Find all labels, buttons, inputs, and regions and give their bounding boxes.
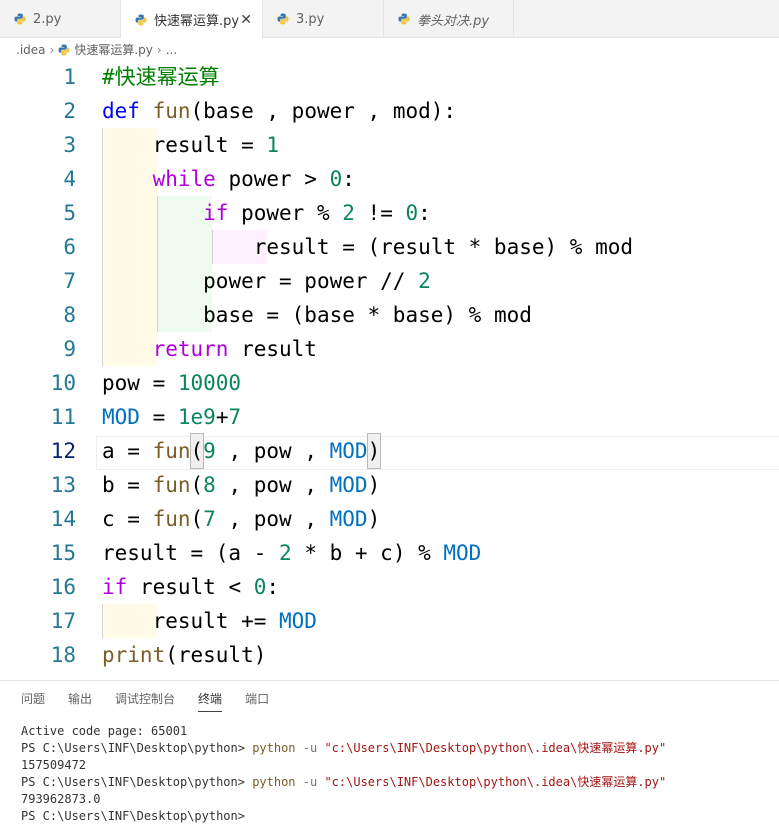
code-line: def fun(base , power , mod): — [102, 99, 457, 123]
chevron-right-icon: › — [156, 42, 162, 57]
tab-label: 3.py — [296, 11, 325, 27]
terminal-command: python — [252, 741, 296, 755]
line-number: 11 — [50, 405, 76, 429]
line-number: 1 — [63, 65, 76, 89]
python-file-icon — [398, 13, 410, 25]
python-file-icon — [277, 13, 289, 25]
breadcrumb-file[interactable]: 快速幂运算.py — [74, 41, 153, 58]
terminal-command: python — [252, 775, 296, 789]
code-line: MOD = 1e9+7 — [102, 405, 242, 429]
line-number: 10 — [50, 371, 76, 395]
code-line: if power % 2 != 0: — [203, 201, 431, 225]
code-line: result = (result * base) % mod — [253, 235, 634, 259]
bottom-panel: 问题 输出 调试控制台 终端 端口 Active code page: 6500… — [0, 680, 779, 827]
tab-ports[interactable]: 端口 — [245, 689, 269, 711]
tab-terminal[interactable]: 终端 — [198, 689, 223, 712]
line-number: 18 — [50, 643, 76, 667]
line-number: 15 — [50, 541, 76, 565]
code-line: result = (a - 2 * b + c) % MOD — [102, 541, 482, 565]
line-number: 4 — [63, 167, 76, 191]
python-file-icon — [58, 44, 70, 56]
line-number: 5 — [63, 201, 76, 225]
close-icon[interactable]: ✕ — [240, 12, 252, 28]
terminal-path: "c:\Users\INF\Desktop\python\.idea\快速幂运算… — [324, 741, 667, 755]
terminal-prompt: PS C:\Users\INF\Desktop\python> — [21, 741, 253, 755]
terminal-prompt: PS C:\Users\INF\Desktop\python> — [21, 775, 253, 789]
code-line: base = (base * base) % mod — [203, 303, 532, 327]
terminal-line: Active code page: 65001 — [21, 724, 188, 738]
tab-active-file[interactable]: 快速幂运算.py ✕ — [121, 0, 263, 39]
line-number: 2 — [63, 99, 76, 123]
code-line: return result — [152, 337, 317, 361]
breadcrumb: .idea › 快速幂运算.py › ... — [0, 39, 779, 60]
terminal-output-line: 157509472 — [21, 758, 87, 772]
code-line: while power > 0: — [152, 167, 355, 191]
line-number: 6 — [63, 235, 76, 259]
tab-problems[interactable]: 问题 — [21, 689, 45, 711]
line-number-current: 12 — [50, 439, 76, 463]
matched-bracket: ( — [189, 433, 205, 469]
code-line: b = fun(8 , pow , MOD) — [102, 473, 381, 497]
line-number: 8 — [63, 303, 76, 327]
code-editor[interactable]: 1 2 3 4 5 6 7 8 9 10 11 12 13 14 15 16 1… — [0, 60, 779, 680]
code-line: if result < 0: — [102, 575, 280, 599]
code-line: power = power // 2 — [203, 269, 431, 293]
tab-3py[interactable]: 3.py — [263, 0, 384, 38]
code-line: pow = 10000 — [102, 371, 242, 395]
matched-bracket: ) — [366, 433, 382, 469]
terminal-prompt: PS C:\Users\INF\Desktop\python> — [21, 809, 245, 823]
terminal-flag: -u — [295, 775, 325, 789]
terminal-output-line: 793962873.0 — [21, 792, 101, 806]
breadcrumb-folder[interactable]: .idea — [16, 43, 46, 57]
code-line: #快速幂运算 — [102, 65, 220, 89]
tab-output[interactable]: 输出 — [68, 689, 92, 711]
python-file-icon — [14, 13, 26, 25]
line-number: 7 — [63, 269, 76, 293]
tab-preview-file[interactable]: 拳头对决.py — [384, 0, 514, 38]
terminal-path: "c:\Users\INF\Desktop\python\.idea\快速幂运算… — [324, 775, 667, 789]
code-line: result += MOD — [152, 609, 317, 633]
terminal-output[interactable]: Active code page: 65001 PS C:\Users\INF\… — [21, 723, 666, 825]
terminal-flag: -u — [295, 741, 325, 755]
code-line: print(result) — [102, 643, 267, 667]
tab-2py[interactable]: 2.py — [0, 0, 121, 38]
line-number: 17 — [50, 609, 76, 633]
editor-tab-bar: 2.py 快速幂运算.py ✕ 3.py 拳头对决.py — [0, 0, 779, 39]
breadcrumb-more[interactable]: ... — [166, 43, 177, 57]
line-number: 13 — [50, 473, 76, 497]
code-line: result = 1 — [152, 133, 280, 157]
chevron-right-icon: › — [49, 42, 55, 57]
tab-label: 快速幂运算.py — [154, 14, 240, 29]
line-number: 16 — [50, 575, 76, 599]
tab-label: 拳头对决.py — [417, 13, 490, 29]
code-line: c = fun(7 , pow , MOD) — [102, 507, 381, 531]
panel-tabs: 问题 输出 调试控制台 终端 端口 — [21, 689, 292, 713]
line-number: 3 — [63, 133, 76, 157]
code-line-current: a = fun(9 , pow , MOD) — [102, 433, 382, 469]
line-number: 14 — [50, 507, 76, 531]
python-file-icon — [135, 14, 147, 26]
tab-debug-console[interactable]: 调试控制台 — [115, 689, 175, 711]
tab-label: 2.py — [33, 11, 62, 27]
line-number: 9 — [63, 337, 76, 361]
